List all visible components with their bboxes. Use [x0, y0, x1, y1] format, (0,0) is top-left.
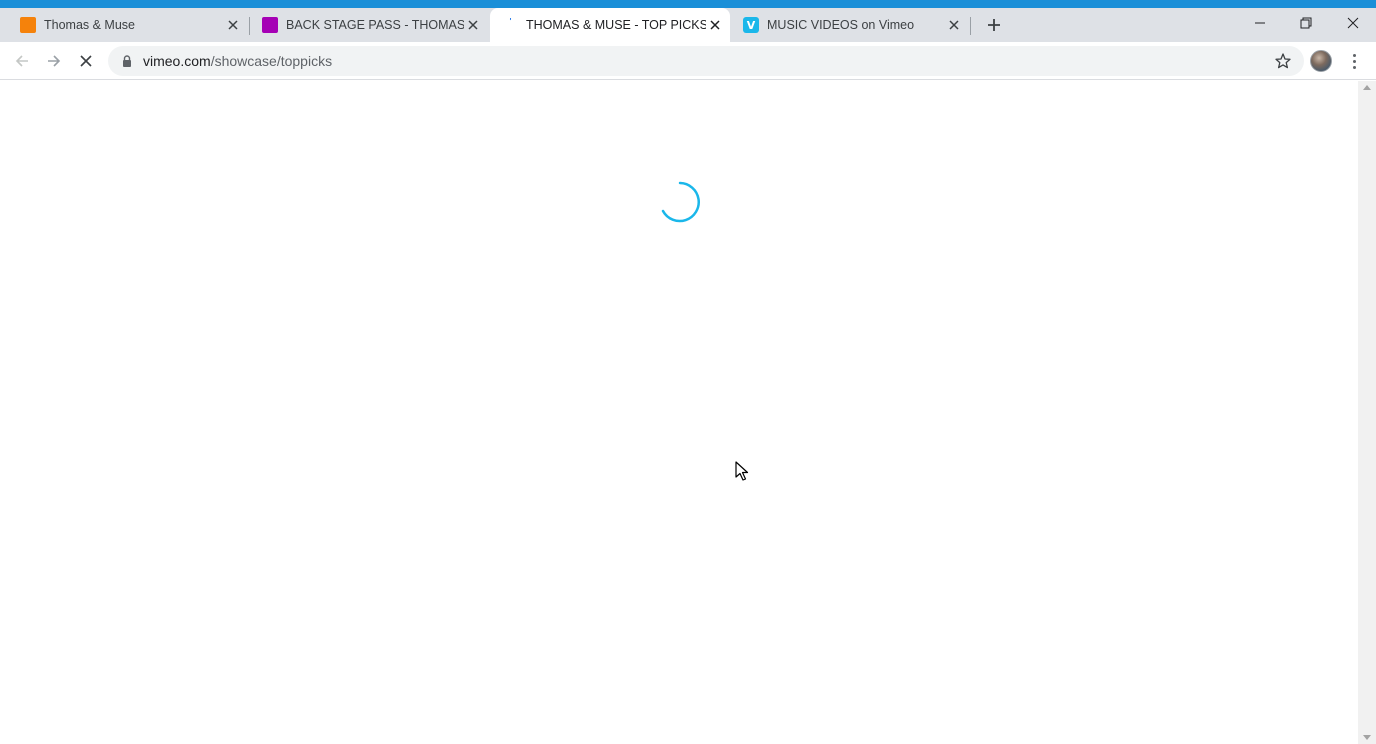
- address-bar[interactable]: vimeo.com/showcase/toppicks: [108, 46, 1304, 76]
- tab-thomas-muse[interactable]: Thomas & Muse: [8, 8, 248, 42]
- accent-stripe: [0, 0, 1376, 8]
- loading-spinner-icon: [502, 17, 518, 33]
- restore-button[interactable]: [1283, 8, 1329, 38]
- tab-title: THOMAS & MUSE - TOP PICKS on Vimeo: [526, 18, 706, 32]
- dot: [1352, 65, 1356, 69]
- minimize-icon: [1255, 22, 1265, 24]
- minimize-button[interactable]: [1237, 8, 1283, 38]
- tab-strip: Thomas & Muse BACK STAGE PASS - THOMAS &…: [0, 8, 1376, 42]
- scroll-down-arrow-icon[interactable]: [1363, 735, 1371, 740]
- vertical-scrollbar[interactable]: [1358, 81, 1376, 744]
- bookmark-star-icon[interactable]: [1274, 52, 1292, 70]
- page-content: [0, 81, 1358, 744]
- tab-top-picks[interactable]: THOMAS & MUSE - TOP PICKS on Vimeo: [490, 8, 730, 42]
- close-window-icon: [1347, 17, 1359, 29]
- new-tab-button[interactable]: [982, 13, 1006, 37]
- close-icon[interactable]: [224, 16, 242, 34]
- forward-button[interactable]: [40, 47, 68, 75]
- stop-icon: [80, 55, 92, 67]
- scroll-up-arrow-icon[interactable]: [1363, 85, 1371, 90]
- browser-window: Thomas & Muse BACK STAGE PASS - THOMAS &…: [0, 0, 1376, 744]
- back-button[interactable]: [8, 47, 36, 75]
- tab-title: MUSIC VIDEOS on Vimeo: [767, 18, 915, 32]
- close-window-button[interactable]: [1330, 8, 1376, 38]
- loading-spinner-icon: [661, 181, 700, 223]
- restore-icon: [1300, 17, 1312, 29]
- url-host: vimeo.com: [143, 53, 211, 69]
- purple-square-icon: [262, 17, 278, 33]
- browser-menu-button[interactable]: [1346, 51, 1362, 71]
- tab-music-videos[interactable]: V MUSIC VIDEOS on Vimeo: [731, 8, 969, 42]
- tab-title: BACK STAGE PASS - THOMAS & MUSE: [286, 18, 464, 32]
- dot: [1352, 53, 1356, 57]
- profile-avatar[interactable]: [1310, 50, 1332, 72]
- tab-separator: [970, 17, 971, 35]
- arrow-left-icon: [15, 55, 28, 67]
- close-icon[interactable]: [945, 16, 963, 34]
- dot: [1352, 59, 1356, 63]
- url-text: vimeo.com/showcase/toppicks: [143, 53, 332, 69]
- tab-title: Thomas & Muse: [44, 18, 136, 32]
- vimeo-icon: V: [743, 17, 759, 33]
- arrow-right-icon: [48, 55, 61, 67]
- stop-loading-button[interactable]: [72, 47, 100, 75]
- plus-icon: [988, 19, 1000, 31]
- close-icon[interactable]: [706, 16, 724, 34]
- url-path: /showcase/toppicks: [210, 53, 333, 69]
- lock-icon: [123, 55, 131, 67]
- close-icon[interactable]: [464, 16, 482, 34]
- browser-toolbar: vimeo.com/showcase/toppicks: [0, 42, 1376, 80]
- orange-square-icon: [20, 17, 36, 33]
- tab-back-stage-pass[interactable]: BACK STAGE PASS - THOMAS & MUSE: [250, 8, 488, 42]
- mouse-cursor-icon: [735, 461, 749, 481]
